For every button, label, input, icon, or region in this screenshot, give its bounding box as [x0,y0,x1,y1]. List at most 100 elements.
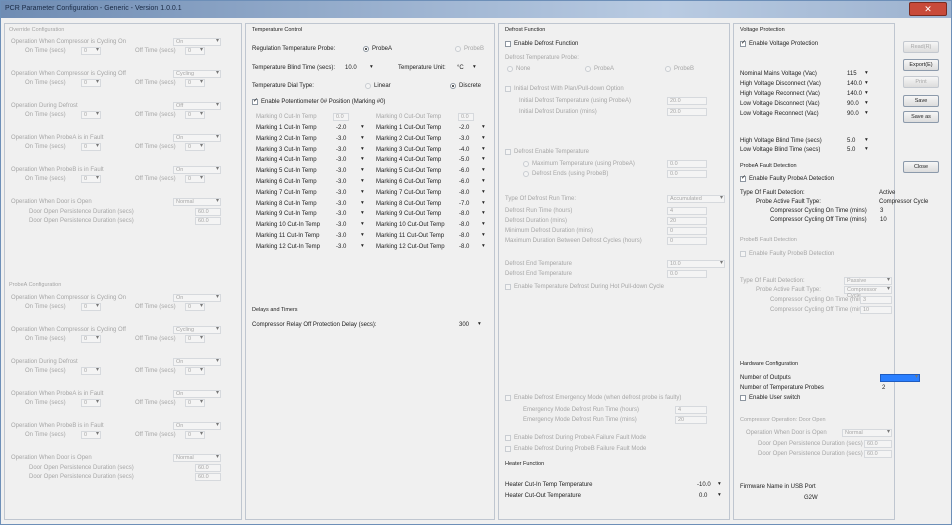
marking-cutout-spinner[interactable]: ▾ [482,156,485,162]
override-on-time-value[interactable]: 0 [81,79,101,87]
override-on-time-value[interactable]: 0 [81,335,101,343]
marking-cutout-value[interactable]: -6.0 [459,178,469,187]
override-on-time-value[interactable]: 0 [81,431,101,439]
marking-cutin-value[interactable]: -2.0 [336,124,346,133]
enable-pot-checkbox[interactable] [252,97,258,105]
door2-value[interactable]: 60.0 [864,450,892,458]
override-off-time-value[interactable]: 0 [185,303,205,311]
outputs-select[interactable] [880,374,920,382]
save-button[interactable]: Save [903,95,939,107]
override-op-select[interactable]: On [173,38,221,46]
high-blind-value[interactable]: 5.0 [847,137,855,146]
marking-cutin-spinner[interactable]: ▾ [361,210,364,216]
marking-cutout-value[interactable]: -6.0 [459,167,469,176]
door-open-op-select[interactable]: Normal [173,454,221,462]
override-off-time-value[interactable]: 0 [185,399,205,407]
radio-discrete[interactable] [450,83,456,89]
marking-cutin-spinner[interactable]: ▾ [361,178,364,184]
marking0-cutout-value[interactable]: 0.0 [458,113,474,121]
voltage-row-value[interactable]: 90.0 [847,110,859,119]
voltage-row-value[interactable]: 140.0 [847,90,862,99]
marking-cutin-spinner[interactable]: ▾ [361,156,364,162]
marking-cutin-spinner[interactable]: ▾ [361,189,364,195]
run-type-select[interactable]: Accumulated [667,195,725,203]
probeb-active-type-select[interactable]: Compressor Cycle [844,286,892,299]
marking-cutin-value[interactable]: -3.0 [336,232,346,241]
emergency-mode-checkbox[interactable] [505,395,511,401]
marking-cutout-spinner[interactable]: ▾ [482,221,485,227]
override-op-select[interactable]: Cycling [173,70,221,78]
voltage-row-value[interactable]: 140.0 [847,80,862,89]
override-op-select[interactable]: On [173,166,221,174]
override-on-time-value[interactable]: 0 [81,367,101,375]
enable-probeb-fault-checkbox[interactable] [740,251,746,257]
radio-defrost-probeb[interactable] [665,66,671,72]
marking-cutin-value[interactable]: -3.0 [336,178,346,187]
override-on-time-value[interactable]: 0 [81,303,101,311]
marking-cutout-spinner[interactable]: ▾ [482,167,485,173]
radio-max-temp[interactable] [523,161,529,167]
override-off-time-value[interactable]: 0 [185,143,205,151]
override-op-select[interactable]: On [173,422,221,430]
enable-defrost-probea-fault-checkbox[interactable] [505,435,511,441]
low-blind-value[interactable]: 5.0 [847,146,855,155]
marking-cutout-spinner[interactable]: ▾ [482,124,485,130]
door1-value[interactable]: 60.0 [864,440,892,448]
door-open-duration-value[interactable]: 60.0 [195,464,221,472]
override-op-select[interactable]: On [173,358,221,366]
marking-cutin-spinner[interactable]: ▾ [361,167,364,173]
radio-probeb[interactable] [455,46,461,52]
marking-cutin-value[interactable]: -3.0 [336,146,346,155]
marking-cutout-value[interactable]: -8.0 [459,210,469,219]
enable-voltage-checkbox[interactable] [740,39,746,47]
marking-cutout-spinner[interactable]: ▾ [482,210,485,216]
relay-delay-spinner[interactable]: ▾ [478,321,481,327]
initial-defrost-checkbox[interactable] [505,86,511,92]
override-off-time-value[interactable]: 0 [185,431,205,439]
marking-cutout-spinner[interactable]: ▾ [482,200,485,206]
duration-value[interactable]: 20 [667,217,707,225]
marking-cutin-spinner[interactable]: ▾ [361,200,364,206]
radio-defrost-none[interactable] [507,66,513,72]
voltage-row-value[interactable]: 115 [847,70,857,79]
override-op-select[interactable]: Off [173,102,221,110]
high-blind-spinner[interactable]: ▾ [865,137,868,143]
low-blind-spinner[interactable]: ▾ [865,146,868,152]
probea-active-type-value[interactable]: Compressor Cycle [879,198,928,207]
initial-dur-value[interactable]: 20.0 [667,108,707,116]
probeb-fault-type-select[interactable]: Passive [844,277,892,285]
marking-cutout-value[interactable]: -5.0 [459,156,469,165]
marking-cutin-value[interactable]: -3.0 [336,167,346,176]
marking-cutin-value[interactable]: -3.0 [336,243,346,252]
override-op-select[interactable]: Cycling [173,326,221,334]
voltage-row-spinner[interactable]: ▾ [865,110,868,116]
marking-cutout-value[interactable]: -2.0 [459,124,469,133]
marking-cutout-spinner[interactable]: ▾ [482,232,485,238]
probeb-off-time-value[interactable]: 10 [860,306,892,314]
marking-cutin-value[interactable]: -3.0 [336,200,346,209]
radio-linear[interactable] [365,83,371,89]
heater-cutin-spinner[interactable]: ▾ [718,481,721,487]
marking-cutin-spinner[interactable]: ▾ [361,146,364,152]
max-duration-value[interactable]: 0 [667,237,707,245]
radio-defrost-probea[interactable] [585,66,591,72]
override-op-select[interactable]: On [173,134,221,142]
probes-value[interactable]: 2 [882,384,885,393]
max-temp-value[interactable]: 0.0 [667,160,707,168]
marking-cutout-value[interactable]: -8.0 [459,221,469,230]
marking-cutin-spinner[interactable]: ▾ [361,243,364,249]
override-off-time-value[interactable]: 0 [185,335,205,343]
marking-cutin-spinner[interactable]: ▾ [361,232,364,238]
probea-on-time-value[interactable]: 3 [880,207,883,216]
marking-cutout-spinner[interactable]: ▾ [482,146,485,152]
comp-door-op-select[interactable]: Normal [842,429,892,437]
enable-term-checkbox[interactable] [505,284,511,290]
marking-cutout-value[interactable]: -8.0 [459,189,469,198]
marking-cutin-value[interactable]: -3.0 [336,189,346,198]
override-off-time-value[interactable]: 0 [185,111,205,119]
run-time-value[interactable]: 4 [667,207,707,215]
override-op-select[interactable]: On [173,294,221,302]
override-op-select[interactable]: On [173,390,221,398]
radio-defrost-ends[interactable] [523,171,529,177]
marking-cutout-spinner[interactable]: ▾ [482,135,485,141]
